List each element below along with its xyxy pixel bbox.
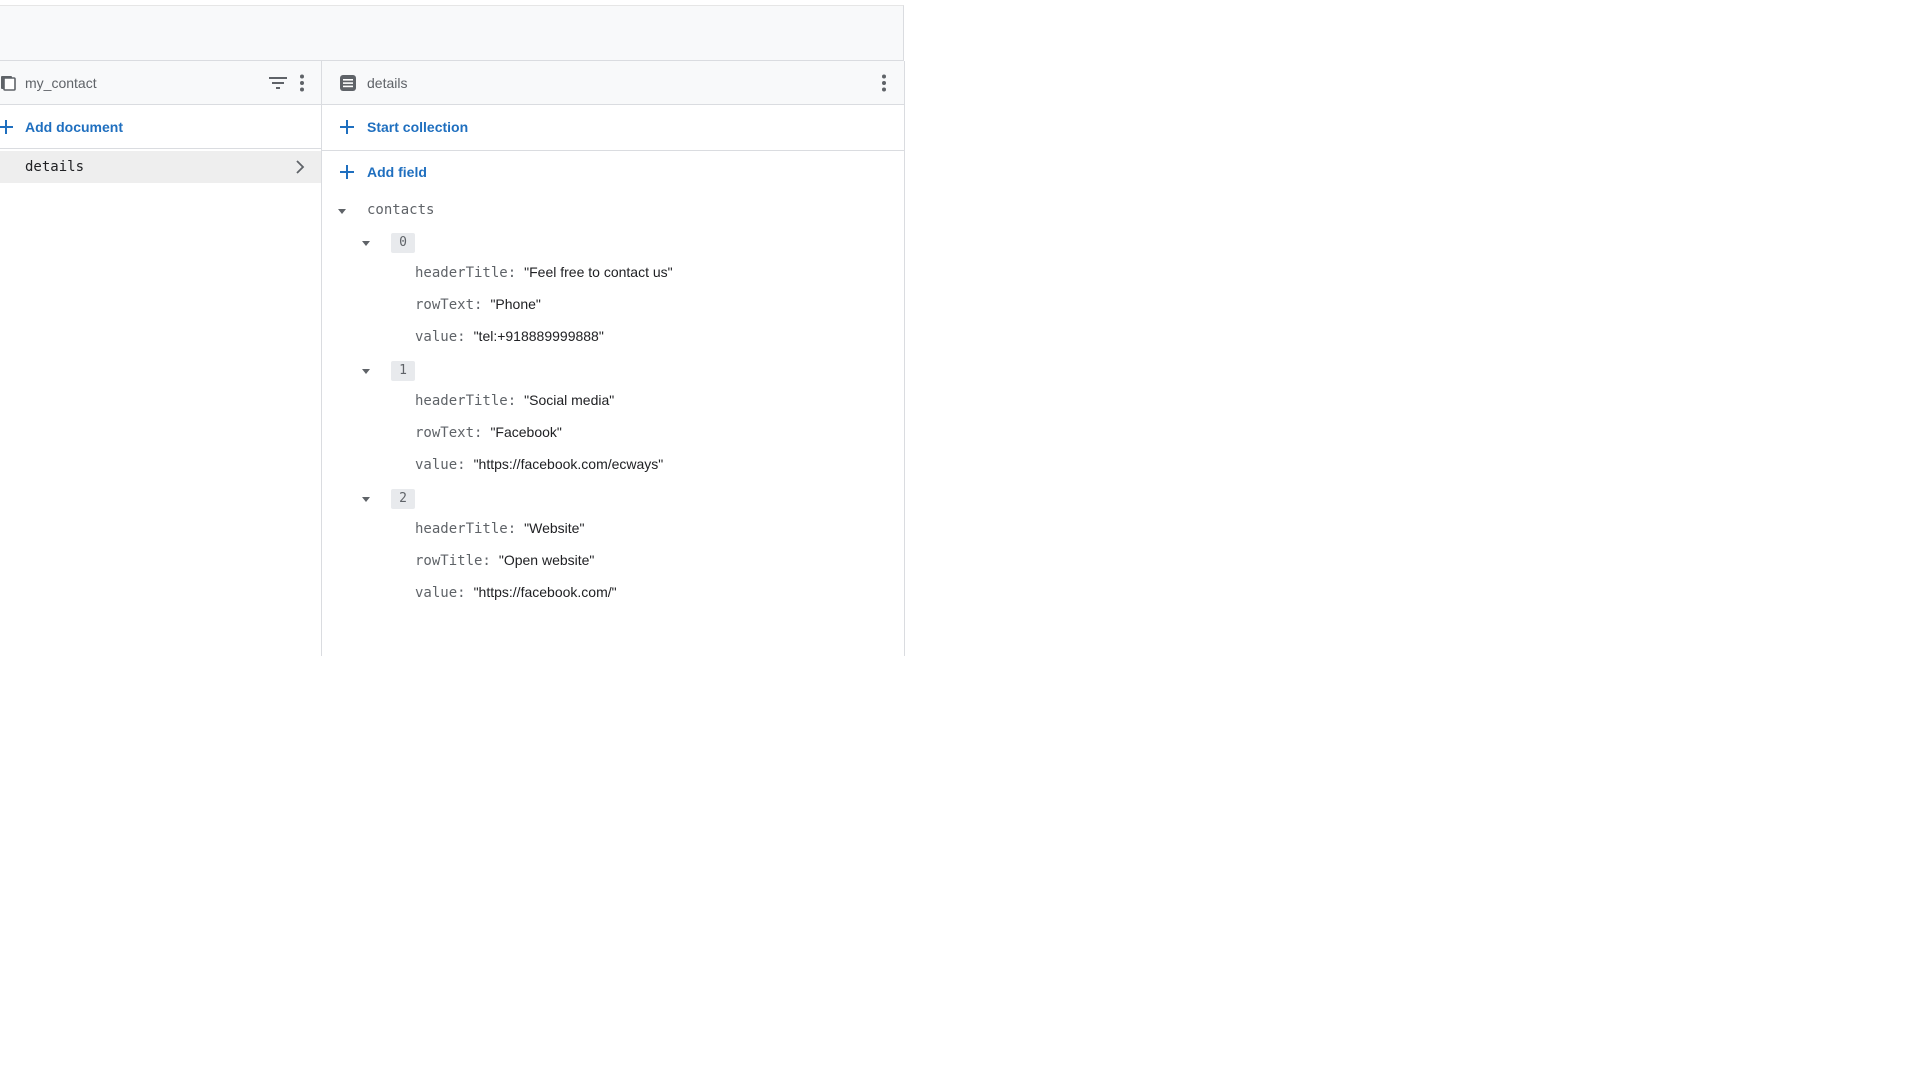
map-field-row[interactable]: value: "tel:+918889999888" [415,328,604,350]
field-value: "Phone" [490,296,541,312]
array-item-2[interactable]: 2 [322,488,622,510]
map-field-row[interactable]: value: "https://facebook.com/ecways" [415,456,663,478]
document-panel-header: details [322,61,904,105]
caret-down-icon[interactable] [358,235,374,251]
start-collection-button[interactable]: Start collection [367,119,468,135]
map-field-row[interactable]: headerTitle: "Website" [415,520,584,542]
array-item-1[interactable]: 1 [322,360,622,382]
document-icon [340,75,356,91]
chevron-right-icon [296,160,305,174]
add-document-button[interactable]: Add document [25,119,123,135]
top-toolbar [0,5,904,61]
plus-icon [0,120,13,134]
field-key: headerTitle: [415,521,517,537]
field-key: value: [415,329,466,345]
field-key: headerTitle: [415,265,517,281]
array-index-badge: 2 [391,489,415,509]
collection-name: my_contact [25,75,97,91]
field-value: "Feel free to contact us" [524,264,673,280]
add-field-button[interactable]: Add field [367,164,427,180]
map-field-row[interactable]: rowText: "Facebook" [415,424,562,446]
field-value: "https://facebook.com/ecways" [473,456,664,472]
field-name: contacts [367,202,435,218]
field-value: "Open website" [498,552,595,568]
add-document-row[interactable]: Add document [0,105,321,149]
map-field-row[interactable]: value: "https://facebook.com/" [415,584,617,606]
array-index-badge: 0 [391,233,415,253]
document-list-item-label: details [25,159,85,175]
field-key: rowText: [415,297,483,313]
field-key: value: [415,457,466,473]
field-value: "Website" [524,520,585,536]
field-row-contacts[interactable]: contacts [322,200,622,222]
field-value: "https://facebook.com/" [473,584,617,600]
collection-panel: my_contact Add document details [0,61,322,656]
field-key: rowText: [415,425,483,441]
document-list-item[interactable]: details [0,151,321,183]
plus-icon [340,120,354,134]
field-value: "Social media" [524,392,615,408]
field-value: "tel:+918889999888" [473,328,604,344]
array-index-badge: 1 [391,361,415,381]
field-value: "Facebook" [490,424,562,440]
caret-down-icon[interactable] [358,491,374,507]
field-key: rowTitle: [415,553,491,569]
field-key: value: [415,585,466,601]
map-field-row[interactable]: headerTitle: "Feel free to contact us" [415,264,673,286]
field-key: headerTitle: [415,393,517,409]
map-field-row[interactable]: rowTitle: "Open website" [415,552,594,574]
map-field-row[interactable]: rowText: "Phone" [415,296,541,318]
array-item-0[interactable]: 0 [322,232,622,254]
firestore-data-viewer: my_contact Add document details details … [0,0,1932,1072]
document-more-icon[interactable] [872,71,896,95]
caret-down-icon[interactable] [334,203,350,219]
document-name: details [367,75,408,91]
filter-icon[interactable] [266,71,290,95]
document-panel: details Start collection Add field conta… [322,61,905,656]
collection-more-icon[interactable] [290,71,314,95]
map-field-row[interactable]: headerTitle: "Social media" [415,392,614,414]
caret-down-icon[interactable] [358,363,374,379]
add-field-row[interactable]: Add field [322,151,522,187]
collection-panel-header: my_contact [0,61,321,105]
start-collection-row[interactable]: Start collection [322,105,904,151]
collection-icon [1,76,16,91]
plus-icon [340,165,354,179]
